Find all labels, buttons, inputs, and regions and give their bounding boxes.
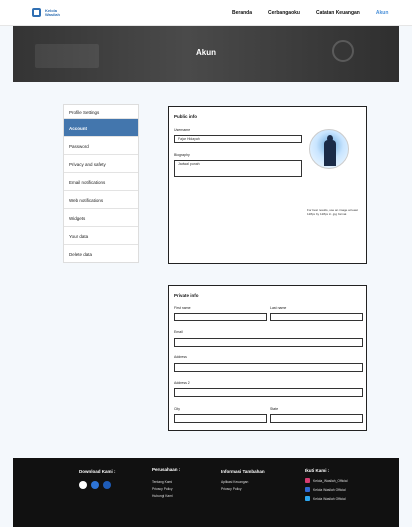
address-label: Address: [174, 355, 187, 359]
first-name-label: First name: [174, 306, 191, 310]
private-info-title: Private info: [174, 293, 199, 298]
city-field[interactable]: [174, 414, 267, 423]
address-field[interactable]: [174, 363, 363, 372]
nav-finance-notes[interactable]: Catatan Keuangan: [316, 10, 360, 16]
username-label: Username: [174, 128, 191, 132]
email-field[interactable]: [174, 338, 363, 347]
sidebar-item-password[interactable]: Password: [64, 136, 138, 154]
person-body-icon: [324, 140, 336, 166]
photo-requirements-text: For best results, use an image at least …: [307, 208, 358, 216]
footer-info-title: Informasi Tambahan: [221, 469, 265, 474]
facebook-icon[interactable]: [305, 487, 310, 492]
sidebar-item-web-notifications[interactable]: Web notifications: [64, 190, 138, 208]
first-name-field[interactable]: [174, 313, 267, 321]
web-icon[interactable]: [103, 481, 111, 489]
nav-account[interactable]: Akun: [376, 10, 389, 16]
profile-photo[interactable]: [309, 129, 349, 169]
sidebar-item-privacy[interactable]: Privacy and safety: [64, 154, 138, 172]
username-field[interactable]: Fajar Hidayah: [174, 135, 302, 143]
footer-link-about[interactable]: Tentang Kami: [152, 480, 172, 484]
last-name-field[interactable]: [270, 313, 363, 321]
account-hero-banner: Akun: [13, 26, 399, 82]
brand-name: Kelola Wasilah: [45, 7, 60, 17]
footer-link-contact[interactable]: Hubungi Kami: [152, 494, 173, 498]
brand-logo[interactable]: Kelola Wasilah: [32, 8, 60, 17]
lock-icon: [32, 8, 41, 17]
nav-category[interactable]: Cerbangaoku: [268, 10, 300, 16]
facebook-link[interactable]: Kelola Wasilah Official: [313, 488, 346, 492]
main-menu: Beranda Cerbangaoku Catatan Keuangan Aku…: [232, 10, 388, 16]
public-info-title: Public info: [174, 114, 197, 119]
footer-follow-title: Ikuti Kami :: [305, 468, 330, 473]
footer-link-finance-app[interactable]: Aplikasi Keuangan: [221, 480, 248, 484]
last-name-label: Last name: [270, 306, 287, 310]
footer-company-title: Perusahaan :: [152, 467, 181, 472]
app-store-icon[interactable]: [79, 481, 87, 489]
footer-link-policy[interactable]: Privacy Policy: [221, 487, 242, 491]
top-navigation: Kelola Wasilah Beranda Cerbangaoku Catat…: [0, 0, 412, 26]
nav-home[interactable]: Beranda: [232, 10, 252, 16]
state-label: State: [270, 407, 279, 411]
sidebar-item-email-notifications[interactable]: Email notifications: [64, 172, 138, 190]
address-2-field[interactable]: [174, 388, 363, 397]
instagram-icon[interactable]: [305, 478, 310, 483]
sidebar-heading: Profile Settings: [69, 110, 100, 115]
state-select[interactable]: [270, 414, 363, 423]
instagram-link[interactable]: Kelola_Wasilah_Official: [313, 479, 347, 483]
sidebar-item-widgets[interactable]: Widgets: [64, 208, 138, 226]
private-info-card: Private info First name Last name Email …: [168, 285, 367, 431]
profile-settings-sidebar: Profile Settings Account Password Privac…: [63, 104, 139, 263]
biography-textarea[interactable]: Jadwal punah: [174, 160, 302, 177]
biography-label: Biography: [174, 153, 190, 157]
twitter-icon[interactable]: [305, 496, 310, 501]
twitter-link[interactable]: Kelola Wasilah Official: [313, 497, 346, 501]
sidebar-item-account[interactable]: Account: [64, 118, 138, 136]
address-2-label: Address 2: [174, 381, 190, 385]
sidebar-item-your-data[interactable]: Your data: [64, 226, 138, 244]
public-info-card: Public info Username Fajar Hidayah Biogr…: [168, 106, 367, 264]
city-label: City: [174, 407, 181, 411]
sidebar-item-delete-data[interactable]: Delete data: [64, 244, 138, 262]
footer-link-privacy[interactable]: Privacy Policy: [152, 487, 173, 491]
page-title: Akun: [196, 48, 216, 57]
google-play-icon[interactable]: [91, 481, 99, 489]
footer-download-title: Download Kami :: [79, 469, 116, 474]
email-label: Email: [174, 330, 183, 334]
footer: Download Kami : Perusahaan : Tentang Kam…: [13, 458, 399, 527]
